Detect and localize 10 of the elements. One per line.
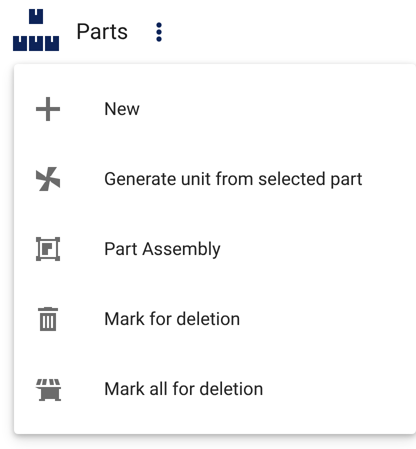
page-title: Parts [76,20,128,44]
menu-item[interactable]: Mark all for deletion [14,354,416,424]
menu-item[interactable]: New [14,74,416,144]
frame-icon [34,235,62,263]
menu-item[interactable]: Generate unit from selected part [14,144,416,214]
plus-icon [34,95,62,123]
menu-item[interactable]: Part Assembly [14,214,416,284]
menu-item[interactable]: Mark for deletion [14,284,416,354]
boxes-icon [13,9,59,51]
more-vertical-icon [156,22,162,42]
